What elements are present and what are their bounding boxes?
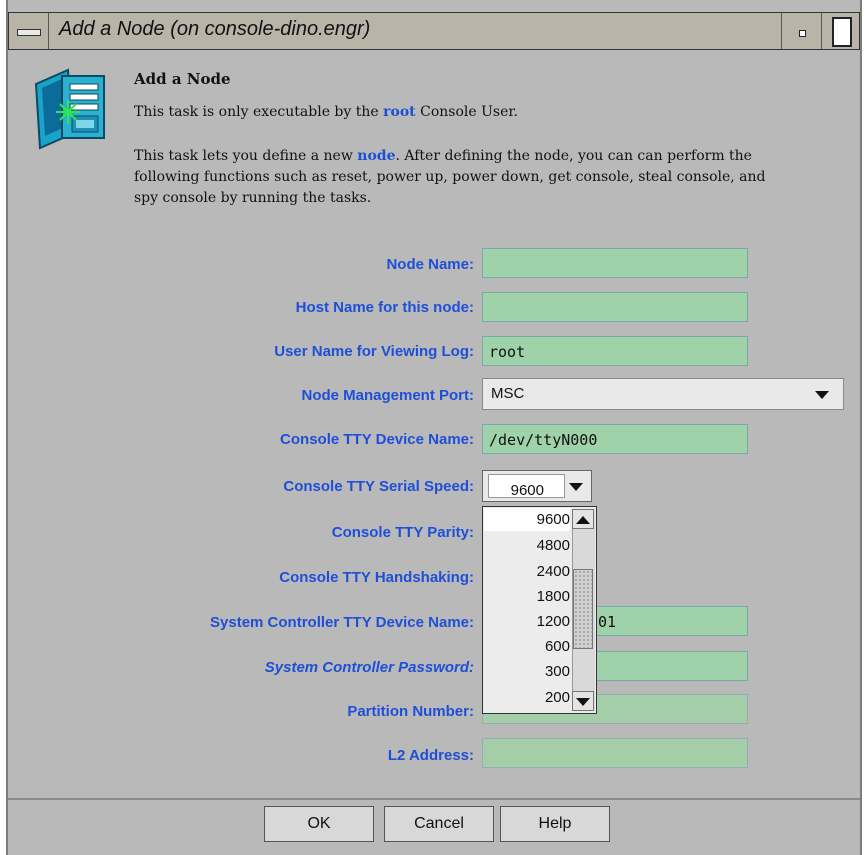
arrow-down-icon — [576, 698, 590, 706]
permission-text: This task is only executable by the — [134, 104, 379, 120]
help-button[interactable]: Help — [500, 806, 610, 842]
speed-option[interactable]: 1800 — [537, 588, 570, 605]
tty-handshaking-label: Console TTY Handshaking: — [279, 569, 474, 586]
sc-tty-device-label: System Controller TTY Device Name: — [210, 614, 474, 631]
description-text: This task lets you define a new — [134, 148, 353, 164]
tty-speed-select[interactable]: 9600 — [482, 470, 592, 502]
maximize-button[interactable] — [821, 13, 859, 49]
minimize-button[interactable] — [781, 13, 821, 49]
tty-speed-value: 9600 — [510, 482, 544, 499]
task-heading: Add a Node — [134, 70, 231, 88]
sc-password-label: System Controller Password: — [264, 659, 474, 676]
node-name-label: Node Name: — [386, 256, 474, 273]
tty-device-label: Console TTY Device Name: — [280, 431, 474, 448]
tty-parity-label: Console TTY Parity: — [331, 524, 474, 541]
speed-option[interactable]: 1200 — [537, 613, 570, 630]
ok-button[interactable]: OK — [264, 806, 374, 842]
tty-device-field[interactable]: /dev/ttyN000 — [482, 424, 748, 454]
footer-separator — [8, 798, 860, 800]
title-bar[interactable]: Add a Node (on console-dino.engr) — [8, 12, 860, 50]
tty-speed-display: 9600 — [488, 474, 565, 499]
host-name-field[interactable] — [482, 292, 748, 322]
user-name-field[interactable]: root — [482, 336, 748, 366]
speed-option[interactable]: 200 — [545, 689, 570, 706]
mgmt-port-select[interactable]: MSC — [482, 378, 844, 410]
chevron-down-icon — [569, 483, 583, 491]
user-name-label: User Name for Viewing Log: — [274, 343, 474, 360]
window-menu-button[interactable] — [9, 13, 49, 49]
speed-option[interactable]: 9600 — [537, 511, 570, 528]
partition-label: Partition Number: — [347, 703, 474, 720]
task-permission-note: This task is only executable by the root… — [134, 104, 518, 120]
tty-speed-dropdown-list[interactable]: 9600 4800 2400 1800 1200 600 300 200 — [482, 506, 597, 714]
description-text-2: . After defining the node, you can can p… — [395, 148, 752, 164]
root-link[interactable]: root — [383, 104, 416, 120]
node-name-field[interactable] — [482, 248, 748, 278]
mgmt-port-value: MSC — [491, 385, 525, 402]
speed-option[interactable]: 600 — [545, 638, 570, 655]
speed-option[interactable]: 300 — [545, 663, 570, 680]
arrow-up-icon — [576, 516, 590, 524]
permission-suffix: Console User. — [420, 104, 518, 120]
window-title: Add a Node (on console-dino.engr) — [59, 18, 371, 40]
scroll-down-button[interactable] — [572, 691, 594, 711]
speed-option[interactable]: 2400 — [537, 563, 570, 580]
minimize-icon — [799, 30, 806, 37]
tty-speed-label: Console TTY Serial Speed: — [283, 478, 474, 495]
speed-option[interactable]: 4800 — [537, 537, 570, 554]
l2-address-field[interactable] — [482, 738, 748, 768]
node-link[interactable]: node — [357, 148, 395, 164]
cancel-button[interactable]: Cancel — [384, 806, 494, 842]
maximize-icon — [832, 17, 852, 47]
host-name-label: Host Name for this node: — [295, 299, 474, 316]
mgmt-port-label: Node Management Port: — [301, 387, 474, 404]
window-menu-icon — [17, 29, 41, 36]
task-description: This task lets you define a new node. Af… — [134, 146, 834, 209]
scrollbar-thumb[interactable] — [573, 569, 593, 649]
description-line-4: spy console by running the tasks. — [134, 190, 372, 206]
chevron-down-icon — [815, 391, 829, 399]
description-line-3: following functions such as reset, power… — [134, 169, 766, 185]
l2-address-label: L2 Address: — [387, 747, 474, 764]
scroll-up-button[interactable] — [572, 509, 594, 529]
add-node-icon — [34, 68, 105, 150]
sc-tty-device-value: 01 — [598, 613, 617, 631]
